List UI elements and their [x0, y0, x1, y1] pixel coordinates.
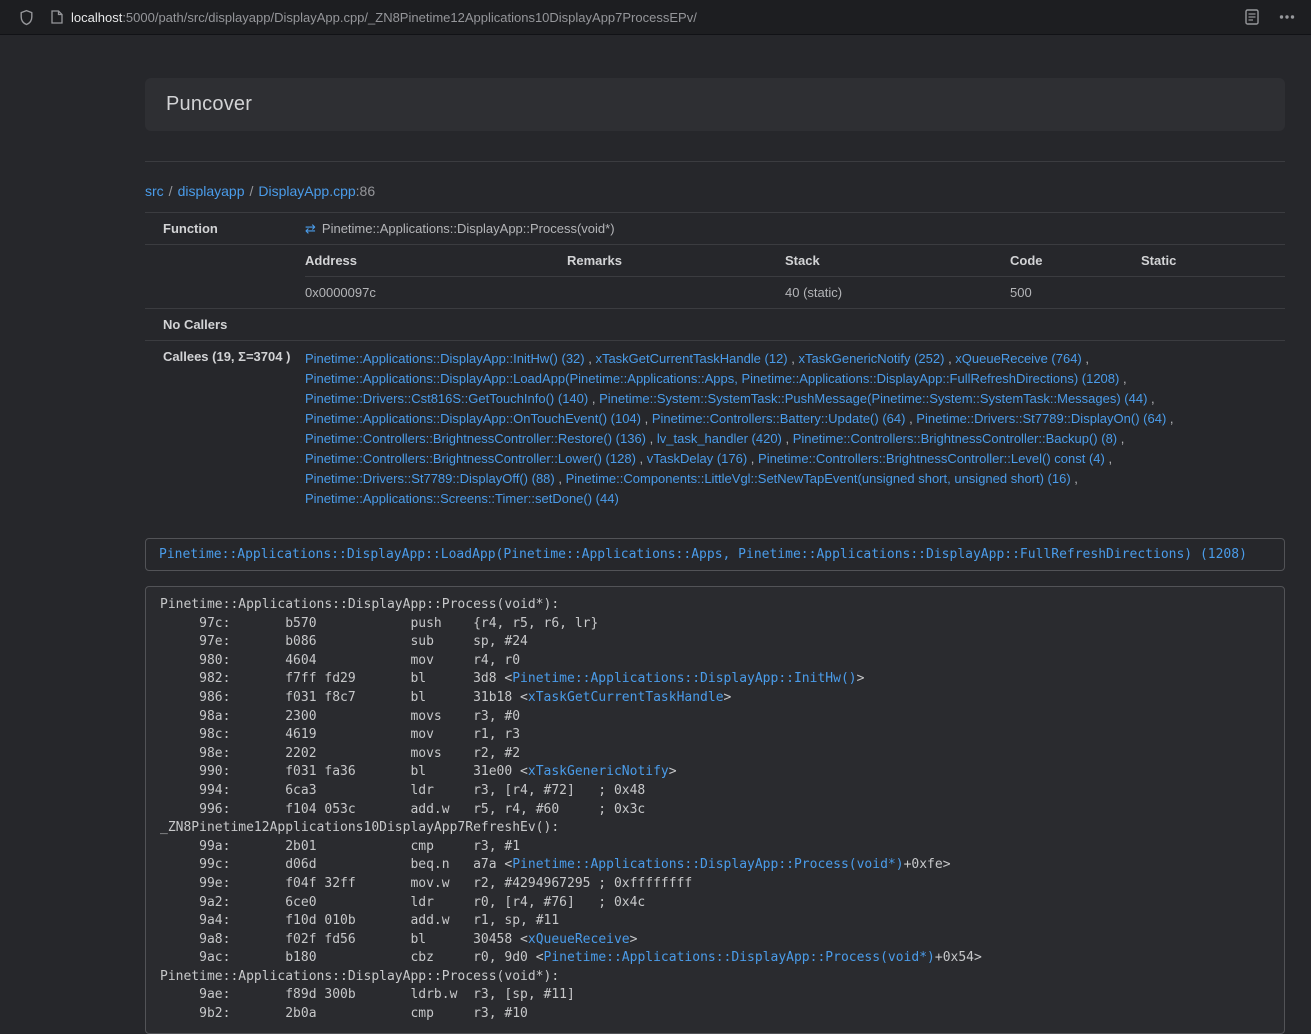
stats-table: Address Remarks Stack Code Static 0x0000…	[305, 245, 1285, 308]
callee-link[interactable]: Pinetime::Applications::Screens::Timer::…	[305, 491, 619, 506]
disassembly-symbol-link[interactable]: Pinetime::Applications::DisplayApp::Proc…	[512, 857, 903, 872]
callees-list: Pinetime::Applications::DisplayApp::Init…	[305, 341, 1285, 518]
callee-link[interactable]: Pinetime::Applications::DisplayApp::Init…	[305, 351, 585, 366]
url-path: :5000/path/src/displayapp/DisplayApp.cpp…	[122, 10, 697, 25]
breadcrumb-link[interactable]: displayapp	[178, 183, 245, 199]
callee-link[interactable]: Pinetime::Drivers::St7789::DisplayOff() …	[305, 471, 555, 486]
menu-dots-icon[interactable]	[1279, 14, 1295, 20]
stats-row-spacer	[145, 245, 305, 309]
callee-link[interactable]: Pinetime::Controllers::Battery::Update()…	[652, 411, 906, 426]
callee-link[interactable]: lv_task_handler (420)	[657, 431, 782, 446]
no-callers-row: No Callers	[145, 309, 1285, 341]
stats-header-static: Static	[1141, 245, 1285, 277]
disassembly-symbol-link[interactable]: xQueueReceive	[528, 932, 630, 947]
callees-label: Callees (19, Σ=3704 )	[145, 341, 305, 518]
stats-value-stack: 40 (static)	[785, 277, 1010, 309]
topbar-actions	[1245, 9, 1295, 25]
stats-value-static	[1141, 277, 1285, 309]
breadcrumb: src/displayapp/DisplayApp.cpp:86	[145, 183, 1285, 199]
breadcrumb-link[interactable]: src	[145, 183, 164, 199]
stats-header-code: Code	[1010, 245, 1141, 277]
disassembly-symbol-link[interactable]: xTaskGenericNotify	[528, 764, 669, 779]
page-favicon-icon	[51, 10, 63, 24]
disassembly-code: Pinetime::Applications::DisplayApp::Proc…	[145, 586, 1285, 1034]
stats-value-remarks	[567, 277, 785, 309]
callee-link[interactable]: xQueueReceive (764)	[955, 351, 1081, 366]
function-type-icon: ⇄	[305, 222, 316, 235]
url-host: localhost	[71, 10, 122, 25]
callee-link[interactable]: xTaskGenericNotify (252)	[799, 351, 945, 366]
function-label: Function	[145, 213, 305, 245]
stats-values-row: 0x0000097c 40 (static) 500	[305, 277, 1285, 309]
stats-header-address: Address	[305, 245, 567, 277]
breadcrumb-separator: /	[169, 183, 173, 199]
callee-link[interactable]: Pinetime::Controllers::BrightnessControl…	[305, 431, 646, 446]
callees-row: Callees (19, Σ=3704 ) Pinetime::Applicat…	[145, 341, 1285, 518]
callee-link[interactable]: Pinetime::Controllers::BrightnessControl…	[793, 431, 1117, 446]
url-text: localhost:5000/path/src/displayapp/Displ…	[71, 10, 697, 25]
function-name: Pinetime::Applications::DisplayApp::Proc…	[322, 221, 615, 236]
function-name-cell: ⇄ Pinetime::Applications::DisplayApp::Pr…	[305, 221, 1285, 236]
highlighted-callee-box: Pinetime::Applications::DisplayApp::Load…	[145, 538, 1285, 571]
callee-link[interactable]: vTaskDelay (176)	[647, 451, 747, 466]
browser-topbar: localhost:5000/path/src/displayapp/Displ…	[0, 0, 1311, 35]
main-content: Puncover src/displayapp/DisplayApp.cpp:8…	[145, 78, 1285, 1034]
callee-link[interactable]: Pinetime::System::SystemTask::PushMessag…	[599, 391, 1147, 406]
disassembly-symbol-link[interactable]: xTaskGetCurrentTaskHandle	[528, 690, 724, 705]
callee-link[interactable]: Pinetime::Components::LittleVgl::SetNewT…	[566, 471, 1071, 486]
divider	[145, 161, 1285, 162]
callee-link[interactable]: Pinetime::Controllers::BrightnessControl…	[305, 451, 636, 466]
no-callers-label: No Callers	[145, 309, 305, 341]
disassembly-symbol-link[interactable]: Pinetime::Applications::DisplayApp::Proc…	[544, 950, 935, 965]
stats-header-row: Address Remarks Stack Code Static	[305, 245, 1285, 277]
symbol-detail-table: Function ⇄ Pinetime::Applications::Displ…	[145, 212, 1285, 517]
shield-icon[interactable]	[19, 9, 34, 26]
callee-link[interactable]: xTaskGetCurrentTaskHandle (12)	[595, 351, 787, 366]
breadcrumb-separator: /	[250, 183, 254, 199]
callee-link[interactable]: Pinetime::Controllers::BrightnessControl…	[758, 451, 1105, 466]
callee-link[interactable]: Pinetime::Applications::DisplayApp::OnTo…	[305, 411, 641, 426]
stats-row: Address Remarks Stack Code Static 0x0000…	[145, 245, 1285, 309]
stats-value-code: 500	[1010, 277, 1141, 309]
stats-header-stack: Stack	[785, 245, 1010, 277]
callee-link[interactable]: Pinetime::Drivers::St7789::DisplayOn() (…	[916, 411, 1166, 426]
breadcrumb-line-number: :86	[356, 183, 375, 199]
page-title: Puncover	[166, 93, 1264, 116]
page-header: Puncover	[145, 78, 1285, 131]
function-row: Function ⇄ Pinetime::Applications::Displ…	[145, 213, 1285, 245]
reader-mode-icon[interactable]	[1245, 9, 1259, 25]
stats-header-remarks: Remarks	[567, 245, 785, 277]
callee-link[interactable]: Pinetime::Drivers::Cst816S::GetTouchInfo…	[305, 391, 588, 406]
breadcrumb-link[interactable]: DisplayApp.cpp	[258, 183, 355, 199]
url-bar[interactable]: localhost:5000/path/src/displayapp/Displ…	[34, 0, 1245, 34]
stats-value-address: 0x0000097c	[305, 277, 567, 309]
highlighted-callee-link[interactable]: Pinetime::Applications::DisplayApp::Load…	[159, 547, 1247, 562]
callee-link[interactable]: Pinetime::Applications::DisplayApp::Load…	[305, 371, 1119, 386]
disassembly-symbol-link[interactable]: Pinetime::Applications::DisplayApp::Init…	[512, 671, 856, 686]
